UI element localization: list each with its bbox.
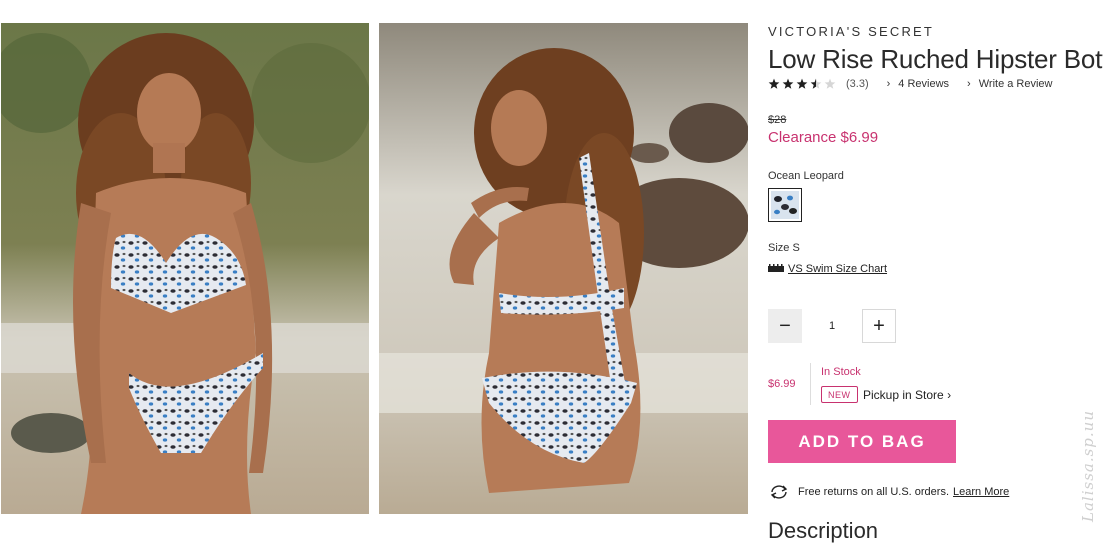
product-image-back[interactable] <box>379 23 748 514</box>
ruler-icon <box>768 263 784 275</box>
chevron-right-icon: › <box>886 78 891 90</box>
star-filled-icon <box>782 78 794 89</box>
write-review-link[interactable]: › Write a Review <box>967 78 1052 90</box>
star-filled-icon <box>768 78 780 89</box>
star-empty-icon <box>824 78 836 89</box>
pickup-in-store-link[interactable]: Pickup in Store › <box>863 388 951 402</box>
star-filled-icon <box>796 78 808 89</box>
watermark: Lalissa.sp.uu <box>1079 410 1097 522</box>
quantity-stepper: − 1 + <box>768 308 896 344</box>
color-name: Ocean Leopard <box>768 170 844 182</box>
quantity-increase-button[interactable]: + <box>862 309 896 343</box>
chevron-right-icon: › <box>947 388 952 402</box>
product-title: Low Rise Ruched Hipster Bottom <box>768 44 1103 74</box>
free-returns-notice: Free returns on all U.S. orders. Learn M… <box>768 484 1009 500</box>
rating-row: (3.3) › 4 Reviews › Write a Review <box>768 76 1052 92</box>
product-detail-panel: VICTORIA'S SECRET Low Rise Ruched Hipste… <box>768 0 1103 543</box>
divider <box>810 363 811 405</box>
size-chart-link[interactable]: VS Swim Size Chart <box>768 263 887 275</box>
reviews-link-label: 4 Reviews <box>898 78 950 90</box>
star-rating-icon <box>768 78 838 90</box>
returns-text: Free returns on all U.S. orders. <box>798 486 950 498</box>
quantity-value[interactable]: 1 <box>802 320 862 332</box>
stock-status: In Stock <box>821 366 861 378</box>
new-badge: NEW <box>821 386 858 403</box>
rating-value: (3.3) <box>846 78 869 90</box>
quantity-decrease-button[interactable]: − <box>768 309 802 343</box>
reviews-link[interactable]: › 4 Reviews <box>887 78 949 90</box>
write-review-label: Write a Review <box>978 78 1053 90</box>
minus-icon: − <box>779 314 791 337</box>
sale-price: Clearance $6.99 <box>768 129 879 146</box>
learn-more-link[interactable]: Learn More <box>953 486 1009 498</box>
original-price: $28 <box>768 114 787 126</box>
color-swatch-ocean-leopard[interactable] <box>768 188 802 222</box>
product-image-front[interactable] <box>1 23 369 514</box>
refresh-arrows-icon <box>768 484 790 500</box>
size-chart-label: VS Swim Size Chart <box>788 263 888 275</box>
plus-icon: + <box>873 314 885 337</box>
chevron-right-icon: › <box>967 78 971 90</box>
unit-price: $6.99 <box>768 378 796 390</box>
add-to-bag-button[interactable]: ADD TO BAG <box>768 420 956 463</box>
size-selection: Size S <box>768 242 800 254</box>
pickup-label: Pickup in Store <box>863 388 944 402</box>
description-heading[interactable]: Description <box>768 518 878 544</box>
brand-name: VICTORIA'S SECRET <box>768 24 935 39</box>
